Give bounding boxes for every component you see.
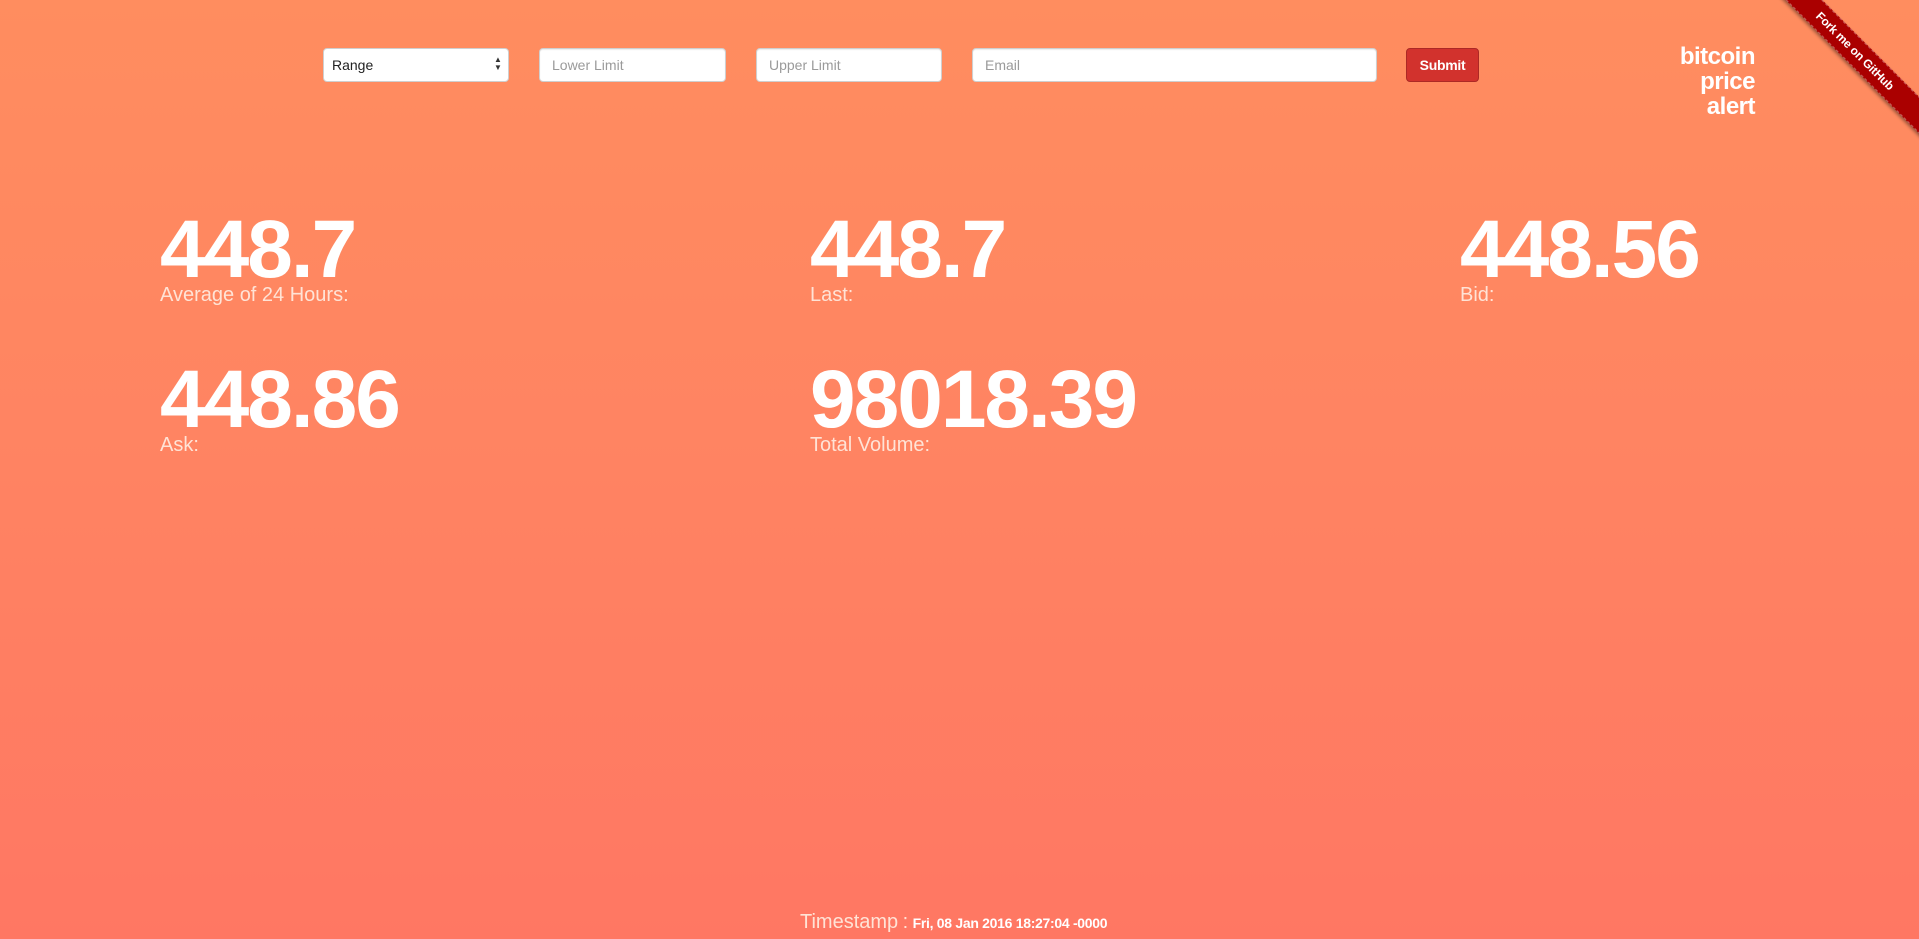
brand-line-2: price <box>1700 68 1755 95</box>
timestamp-label: Timestamp <box>800 911 899 933</box>
range-select-value[interactable]: Range <box>323 48 509 82</box>
stat-value: 98018.39 <box>810 354 1138 445</box>
stat-value: 448.56 <box>1460 204 1701 295</box>
stat-label: Average of 24 Hours: <box>160 284 349 306</box>
stat-value: 448.7 <box>160 204 357 295</box>
timestamp-separator: : <box>902 911 909 933</box>
up-down-caret-icon: ▲ ▼ <box>494 55 502 72</box>
stat-value: 448.7 <box>810 204 1007 295</box>
stat-last: 448.7 Last: <box>810 204 1007 306</box>
stat-total-volume: 98018.39 Total Volume: <box>810 354 1138 456</box>
github-ribbon: Fork me on GitHub <box>1770 0 1919 149</box>
brand-logo: bitcoin price alert <box>1679 43 1756 120</box>
stat-value: 448.86 <box>160 354 401 445</box>
timestamp: Timestamp : Fri, 08 Jan 2016 18:27:04 -0… <box>800 911 1108 934</box>
alert-form: Range ▲▼ Submit <box>0 48 1919 82</box>
fork-on-github-link[interactable]: Fork me on GitHub <box>1770 0 1919 138</box>
range-select[interactable]: Range ▲ ▼ <box>323 48 509 82</box>
brand-line-3: alert <box>1706 93 1756 120</box>
brand-line-1: bitcoin <box>1679 43 1756 70</box>
timestamp-value: Fri, 08 Jan 2016 18:27:04 -0000 <box>912 915 1108 931</box>
lower-limit-input[interactable] <box>539 48 726 82</box>
upper-limit-input[interactable] <box>756 48 942 82</box>
stat-ask: 448.86 Ask: <box>160 354 401 456</box>
stat-bid: 448.56 Bid: <box>1460 204 1701 306</box>
email-input[interactable] <box>972 48 1377 82</box>
submit-button[interactable]: Submit <box>1406 48 1479 82</box>
stat-average-24h: 448.7 Average of 24 Hours: <box>160 204 357 306</box>
